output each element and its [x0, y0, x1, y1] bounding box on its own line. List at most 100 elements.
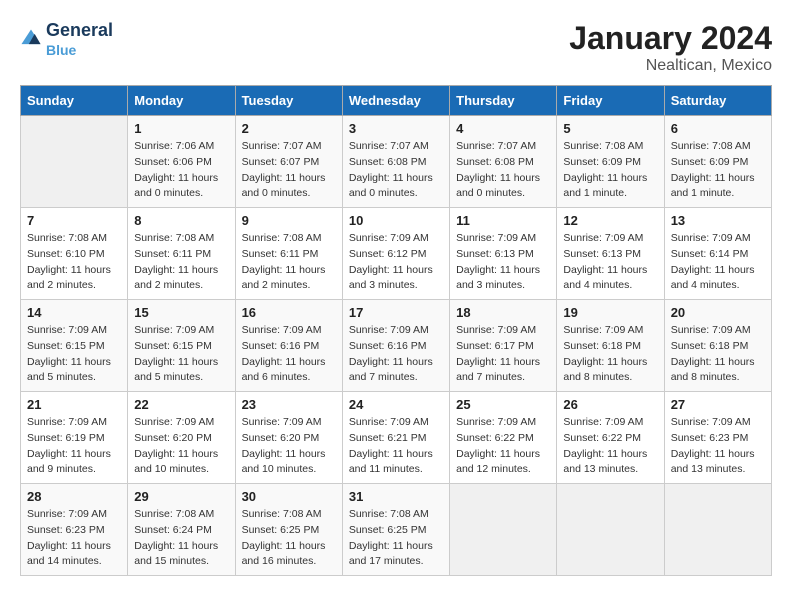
day-detail: Sunrise: 7:08 AMSunset: 6:25 PMDaylight:… [242, 507, 336, 570]
header-day: Tuesday [235, 86, 342, 116]
page-header: GeneralBlue January 2024 Nealtican, Mexi… [20, 20, 772, 75]
day-detail: Sunrise: 7:09 AMSunset: 6:16 PMDaylight:… [242, 323, 336, 386]
day-cell: 25 Sunrise: 7:09 AMSunset: 6:22 PMDayligh… [450, 392, 557, 484]
day-detail: Sunrise: 7:09 AMSunset: 6:15 PMDaylight:… [134, 323, 228, 386]
day-cell: 23 Sunrise: 7:09 AMSunset: 6:20 PMDayligh… [235, 392, 342, 484]
day-detail: Sunrise: 7:09 AMSunset: 6:12 PMDaylight:… [349, 231, 443, 294]
day-number: 29 [134, 489, 228, 504]
day-detail: Sunrise: 7:09 AMSunset: 6:14 PMDaylight:… [671, 231, 765, 294]
logo-text: GeneralBlue [46, 20, 113, 58]
day-detail: Sunrise: 7:09 AMSunset: 6:17 PMDaylight:… [456, 323, 550, 386]
day-cell: 14 Sunrise: 7:09 AMSunset: 6:15 PMDayligh… [21, 300, 128, 392]
week-row: 28Sunrise: 7:09 AMSunset: 6:23 PMDayligh… [21, 484, 772, 576]
day-detail: Sunrise: 7:08 AMSunset: 6:09 PMDaylight:… [563, 139, 657, 202]
day-number: 10 [349, 213, 443, 228]
header-day: Sunday [21, 86, 128, 116]
day-number: 24 [349, 397, 443, 412]
header-day: Monday [128, 86, 235, 116]
day-number: 5 [563, 121, 657, 136]
day-detail: Sunrise: 7:06 AMSunset: 6:06 PMDaylight:… [134, 139, 228, 202]
day-number: 16 [242, 305, 336, 320]
day-detail: Sunrise: 7:09 AMSunset: 6:13 PMDaylight:… [563, 231, 657, 294]
week-row: 21 Sunrise: 7:09 AMSunset: 6:19 PMDayligh… [21, 392, 772, 484]
day-number: 19 [563, 305, 657, 320]
day-cell: 8Sunrise: 7:08 AMSunset: 6:11 PMDaylight… [128, 208, 235, 300]
day-detail: Sunrise: 7:09 AMSunset: 6:20 PMDaylight:… [242, 415, 336, 478]
day-cell: 13 Sunrise: 7:09 AMSunset: 6:14 PMDayligh… [664, 208, 771, 300]
day-cell: 26 Sunrise: 7:09 AMSunset: 6:22 PMDayligh… [557, 392, 664, 484]
day-cell: 4Sunrise: 7:07 AMSunset: 6:08 PMDaylight… [450, 116, 557, 208]
day-detail: Sunrise: 7:09 AMSunset: 6:18 PMDaylight:… [671, 323, 765, 386]
logo-icon [20, 28, 42, 50]
day-detail: Sunrise: 7:09 AMSunset: 6:22 PMDaylight:… [456, 415, 550, 478]
day-cell: 17Sunrise: 7:09 AMSunset: 6:16 PMDayligh… [342, 300, 449, 392]
day-detail: Sunrise: 7:09 AMSunset: 6:15 PMDaylight:… [27, 323, 121, 386]
day-detail: Sunrise: 7:09 AMSunset: 6:18 PMDaylight:… [563, 323, 657, 386]
day-cell: 2 Sunrise: 7:07 AMSunset: 6:07 PMDaylight… [235, 116, 342, 208]
day-number: 23 [242, 397, 336, 412]
day-cell: 21 Sunrise: 7:09 AMSunset: 6:19 PMDayligh… [21, 392, 128, 484]
header-day: Thursday [450, 86, 557, 116]
subtitle: Nealtican, Mexico [569, 57, 772, 75]
day-cell: 1 Sunrise: 7:06 AMSunset: 6:06 PMDaylight… [128, 116, 235, 208]
main-title: January 2024 [569, 20, 772, 57]
calendar-table: SundayMondayTuesdayWednesdayThursdayFrid… [20, 85, 772, 576]
day-cell: 18 Sunrise: 7:09 AMSunset: 6:17 PMDayligh… [450, 300, 557, 392]
week-row: 1 Sunrise: 7:06 AMSunset: 6:06 PMDaylight… [21, 116, 772, 208]
day-number: 21 [27, 397, 121, 412]
day-number: 4 [456, 121, 550, 136]
day-detail: Sunrise: 7:07 AMSunset: 6:07 PMDaylight:… [242, 139, 336, 202]
day-detail: Sunrise: 7:09 AMSunset: 6:20 PMDaylight:… [134, 415, 228, 478]
day-number: 26 [563, 397, 657, 412]
day-cell: 29 Sunrise: 7:08 AMSunset: 6:24 PMDayligh… [128, 484, 235, 576]
day-cell [450, 484, 557, 576]
day-cell: 15 Sunrise: 7:09 AMSunset: 6:15 PMDayligh… [128, 300, 235, 392]
week-row: 14 Sunrise: 7:09 AMSunset: 6:15 PMDayligh… [21, 300, 772, 392]
day-number: 2 [242, 121, 336, 136]
day-cell: 3Sunrise: 7:07 AMSunset: 6:08 PMDaylight… [342, 116, 449, 208]
day-number: 31 [349, 489, 443, 504]
day-detail: Sunrise: 7:09 AMSunset: 6:22 PMDaylight:… [563, 415, 657, 478]
day-number: 25 [456, 397, 550, 412]
day-cell: 27Sunrise: 7:09 AMSunset: 6:23 PMDayligh… [664, 392, 771, 484]
day-cell: 31 Sunrise: 7:08 AMSunset: 6:25 PMDayligh… [342, 484, 449, 576]
day-detail: Sunrise: 7:08 AMSunset: 6:11 PMDaylight:… [134, 231, 228, 294]
day-number: 7 [27, 213, 121, 228]
day-detail: Sunrise: 7:09 AMSunset: 6:19 PMDaylight:… [27, 415, 121, 478]
day-number: 18 [456, 305, 550, 320]
day-number: 3 [349, 121, 443, 136]
day-number: 27 [671, 397, 765, 412]
day-detail: Sunrise: 7:09 AMSunset: 6:13 PMDaylight:… [456, 231, 550, 294]
day-detail: Sunrise: 7:09 AMSunset: 6:16 PMDaylight:… [349, 323, 443, 386]
day-number: 15 [134, 305, 228, 320]
day-cell: 10 Sunrise: 7:09 AMSunset: 6:12 PMDayligh… [342, 208, 449, 300]
header-day: Friday [557, 86, 664, 116]
day-cell [557, 484, 664, 576]
logo: GeneralBlue [20, 20, 113, 58]
header-row: SundayMondayTuesdayWednesdayThursdayFrid… [21, 86, 772, 116]
day-detail: Sunrise: 7:09 AMSunset: 6:23 PMDaylight:… [27, 507, 121, 570]
day-number: 20 [671, 305, 765, 320]
header-day: Wednesday [342, 86, 449, 116]
day-detail: Sunrise: 7:08 AMSunset: 6:24 PMDaylight:… [134, 507, 228, 570]
week-row: 7 Sunrise: 7:08 AMSunset: 6:10 PMDaylight… [21, 208, 772, 300]
day-detail: Sunrise: 7:08 AMSunset: 6:25 PMDaylight:… [349, 507, 443, 570]
header-day: Saturday [664, 86, 771, 116]
day-number: 9 [242, 213, 336, 228]
day-number: 14 [27, 305, 121, 320]
day-cell: 20 Sunrise: 7:09 AMSunset: 6:18 PMDayligh… [664, 300, 771, 392]
day-cell: 7 Sunrise: 7:08 AMSunset: 6:10 PMDaylight… [21, 208, 128, 300]
day-detail: Sunrise: 7:08 AMSunset: 6:09 PMDaylight:… [671, 139, 765, 202]
day-detail: Sunrise: 7:08 AMSunset: 6:10 PMDaylight:… [27, 231, 121, 294]
day-cell: 11 Sunrise: 7:09 AMSunset: 6:13 PMDayligh… [450, 208, 557, 300]
day-cell: 30 Sunrise: 7:08 AMSunset: 6:25 PMDayligh… [235, 484, 342, 576]
day-cell: 28Sunrise: 7:09 AMSunset: 6:23 PMDayligh… [21, 484, 128, 576]
day-number: 11 [456, 213, 550, 228]
title-block: January 2024 Nealtican, Mexico [569, 20, 772, 75]
day-number: 13 [671, 213, 765, 228]
day-cell: 6Sunrise: 7:08 AMSunset: 6:09 PMDaylight… [664, 116, 771, 208]
day-detail: Sunrise: 7:09 AMSunset: 6:21 PMDaylight:… [349, 415, 443, 478]
day-number: 1 [134, 121, 228, 136]
day-number: 30 [242, 489, 336, 504]
day-number: 22 [134, 397, 228, 412]
